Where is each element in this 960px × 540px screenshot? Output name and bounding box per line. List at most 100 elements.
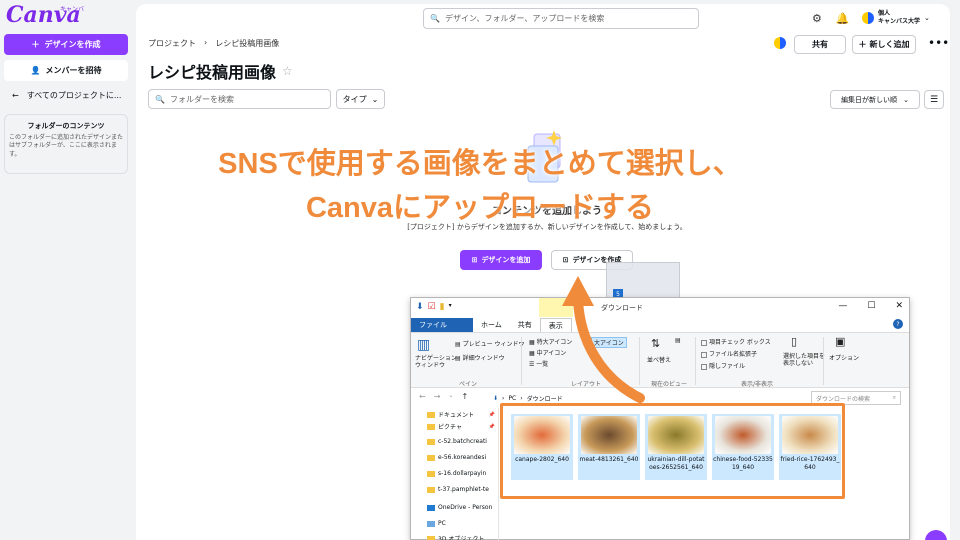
- back-arrow-icon[interactable]: ←: [419, 392, 426, 401]
- ribbon-separator: [639, 337, 640, 385]
- tab-share[interactable]: 共有: [510, 318, 540, 332]
- add-new-button[interactable]: ＋ 新しく追加: [852, 35, 916, 54]
- nav-pane-item[interactable]: OneDrive - Person: [427, 504, 495, 511]
- hidden-files-option[interactable]: 隠しファイル: [701, 361, 745, 370]
- help-icon[interactable]: ?: [893, 319, 903, 329]
- properties-icon[interactable]: ☑: [428, 302, 436, 312]
- tutorial-headline: SNSで使用する画像をまとめて選択し、 Canvaにアップロードする: [0, 142, 960, 230]
- back-to-projects-link[interactable]: ← すべてのプロジェクトに...: [12, 90, 121, 101]
- pin-icon: 📌: [488, 411, 495, 418]
- account-switcher[interactable]: 個人 キャンバス大学 ⌄: [862, 10, 930, 26]
- create-design-button[interactable]: ＋ デザインを作成: [4, 34, 128, 55]
- details-pane-button[interactable]: ▤ 詳細ウィンドウ: [455, 353, 505, 362]
- account-name: 個人 キャンバス大学: [878, 10, 920, 26]
- minimize-icon[interactable]: —: [838, 301, 847, 311]
- up-arrow-icon[interactable]: ↑: [461, 392, 468, 401]
- item-checkbox-option[interactable]: 項目チェック ボックス: [701, 337, 771, 346]
- invite-members-button[interactable]: 👤 メンバーを招待: [4, 60, 128, 81]
- tab-home[interactable]: ホーム: [473, 318, 510, 332]
- global-search-input[interactable]: 🔍 デザイン、フォルダー、アップロードを検索: [423, 8, 699, 29]
- share-button[interactable]: 共有: [794, 35, 846, 54]
- list-option[interactable]: ☰ 一覧: [529, 359, 548, 368]
- nav-pane-icon: ▥: [417, 337, 431, 353]
- file-ext-label: ファイル名拡張子: [709, 351, 758, 358]
- xl-icons-icon: ▦: [529, 339, 537, 346]
- window-controls: — ☐ ✕: [838, 301, 903, 311]
- new-design-icon: ⊡: [562, 256, 569, 264]
- nav-pane-item[interactable]: 3D オブジェクト: [427, 534, 495, 540]
- ribbon-separator: [521, 337, 522, 385]
- ribbon-separator: [695, 337, 696, 385]
- folder-icon: [427, 486, 435, 493]
- nav-pane-item[interactable]: t-37.pamphlet-te: [427, 486, 495, 493]
- folder-search-input[interactable]: 🔍 フォルダーを検索: [148, 89, 331, 109]
- hidden-files-box: [701, 363, 707, 370]
- invite-members-label: メンバーを招待: [45, 66, 102, 75]
- nav-pane-item-label: c-52.batchcreati: [438, 438, 487, 445]
- breadcrumb-root[interactable]: プロジェクト: [148, 38, 196, 49]
- nav-pane-item[interactable]: c-52.batchcreati: [427, 438, 495, 445]
- xl-icons-option[interactable]: ▦ 特大アイコン: [529, 337, 572, 346]
- nav-pane-item[interactable]: ドキュメント 📌: [427, 410, 495, 419]
- bell-icon[interactable]: 🔔: [836, 12, 850, 25]
- nav-pane-button[interactable]: ナビゲーション ウィンドウ: [415, 355, 457, 369]
- sort-button[interactable]: 並べ替え: [647, 355, 671, 364]
- nav-pane-item-label: ピクチャ: [438, 424, 462, 431]
- window-title: ダウンロード: [601, 304, 643, 312]
- team-logo-icon: [774, 37, 786, 49]
- close-icon[interactable]: ✕: [895, 301, 903, 311]
- add-design-button[interactable]: ⊞ デザインを追加: [460, 250, 542, 270]
- folder-icon: [427, 504, 435, 511]
- create-design-label: デザインを作成: [44, 40, 101, 49]
- options-button[interactable]: オプション: [829, 353, 859, 362]
- hide-selected-icon: ▯: [791, 335, 798, 348]
- maximize-icon[interactable]: ☐: [867, 301, 875, 311]
- headline-line2: Canvaにアップロードする: [305, 192, 655, 224]
- more-options-icon[interactable]: •••: [928, 36, 949, 50]
- m-icons-option[interactable]: ▦ 中アイコン: [529, 348, 566, 357]
- folder-icon: [427, 535, 435, 540]
- team-avatar: [862, 11, 874, 24]
- nav-pane-item-label: t-37.pamphlet-te: [438, 486, 489, 493]
- chevron-down-icon: ⌄: [371, 94, 379, 104]
- arrow-down-icon[interactable]: ⬇: [416, 302, 424, 312]
- hide-selected-button[interactable]: 選択した項目を 表示しない: [783, 353, 825, 367]
- list-view-icon[interactable]: ☰: [924, 90, 944, 109]
- group-by-icon[interactable]: ▤: [675, 337, 681, 344]
- type-filter-dropdown[interactable]: タイプ ⌄: [336, 89, 385, 109]
- chevron-down-icon: ⌄: [924, 13, 930, 22]
- nav-pane-item[interactable]: s-16.dollarpayin: [427, 470, 495, 477]
- l-icons-option[interactable]: 大アイコン: [591, 337, 627, 348]
- path-pc[interactable]: PC: [508, 395, 516, 402]
- nav-pane-item-label: ドキュメント: [438, 412, 475, 419]
- gear-icon[interactable]: ⚙: [812, 12, 822, 25]
- manage-tab-highlight: [539, 298, 573, 317]
- details-pane-icon: ▤: [455, 355, 463, 362]
- explorer-search-placeholder: ダウンロードの検索: [816, 395, 871, 403]
- add-new-label: 新しく追加: [869, 40, 910, 49]
- star-icon[interactable]: ☆: [282, 64, 293, 78]
- customize-icon[interactable]: ▾: [449, 302, 452, 312]
- breadcrumb-separator: ›: [204, 38, 208, 47]
- plus-icon: ＋: [858, 40, 867, 49]
- nav-pane-item[interactable]: e-56.koreandesi: [427, 454, 495, 461]
- xl-icons-label: 特大アイコン: [536, 339, 573, 346]
- path-separator: ›: [502, 394, 505, 402]
- recent-chevron-icon[interactable]: ⌄: [448, 392, 453, 401]
- arrow-left-icon: ←: [12, 91, 19, 100]
- plus-icon: ＋: [31, 40, 40, 49]
- folder-icon[interactable]: ▮: [440, 302, 445, 312]
- navigation-pane: ドキュメント 📌 ピクチャ 📌 c-52.batchcreati e-56.koreand…: [411, 408, 499, 540]
- path-downloads[interactable]: ダウンロード: [527, 394, 563, 403]
- tab-view[interactable]: 表示: [539, 318, 572, 332]
- nav-pane-item-label: PC: [438, 520, 446, 527]
- search-icon: 🔍: [430, 14, 440, 23]
- nav-pane-item[interactable]: PC: [427, 520, 495, 527]
- forward-arrow-icon[interactable]: →: [434, 392, 441, 401]
- layout-group-label: レイアウト: [571, 381, 602, 388]
- sort-dropdown[interactable]: 編集日が新しい順 ⌄: [830, 90, 920, 109]
- preview-pane-label: プレビュー ウィンドウ: [462, 341, 525, 348]
- nav-pane-item[interactable]: ピクチャ 📌: [427, 422, 495, 431]
- preview-pane-button[interactable]: ▤ プレビュー ウィンドウ: [455, 339, 525, 348]
- file-ext-option[interactable]: ファイル名拡張子: [701, 349, 757, 358]
